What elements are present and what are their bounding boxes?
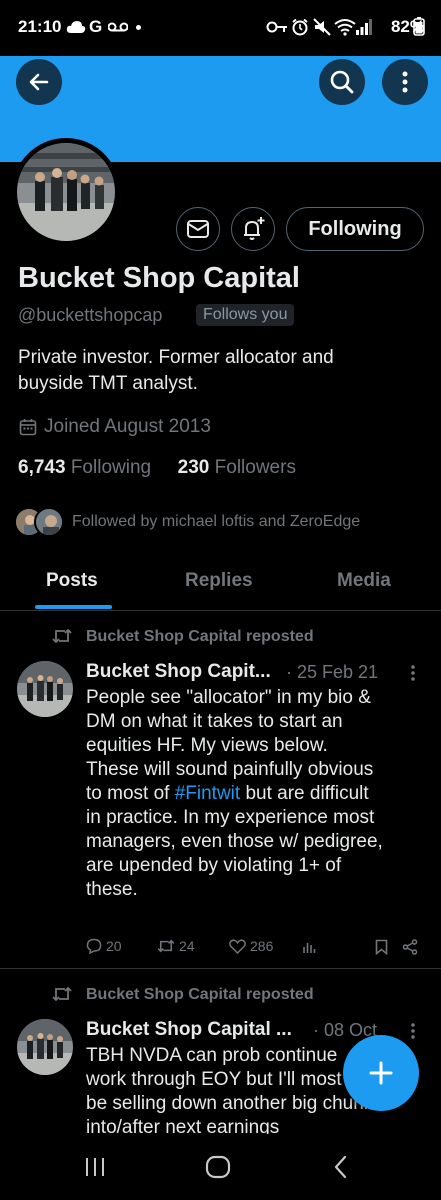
follower-avatar: [34, 507, 64, 537]
following-count: 6,743: [18, 457, 66, 478]
mute-icon: [313, 18, 331, 36]
followed-by-text[interactable]: Followed by michael loftis and ZeroEdge: [72, 513, 360, 531]
repost-icon: [52, 628, 72, 644]
tweet-text: People see "allocator" in my bio & DM on…: [86, 687, 383, 900]
home-icon[interactable]: [205, 1154, 231, 1180]
followers-count: 230: [177, 457, 210, 478]
repost-label: Bucket Shop Capital reposted: [86, 986, 314, 1003]
repost-label: Bucket Shop Capital reposted: [86, 628, 314, 645]
like-button[interactable]: 286: [229, 938, 273, 954]
back-button[interactable]: [16, 59, 62, 105]
wifi-icon: [334, 19, 356, 36]
repost-count: 24: [179, 938, 195, 954]
notification-dot-icon: [136, 25, 141, 30]
search-button[interactable]: [319, 59, 365, 105]
more-options-button[interactable]: [382, 59, 428, 105]
signal-icon: [356, 19, 372, 35]
alarm-icon: [292, 18, 308, 36]
tab-posts[interactable]: Posts: [46, 570, 98, 592]
more-vertical-icon: [402, 71, 408, 93]
more-vertical-icon[interactable]: [410, 664, 416, 682]
voicemail-icon: [108, 22, 128, 32]
avatar-photo: [17, 143, 115, 241]
notifications-button[interactable]: [231, 207, 275, 251]
message-button[interactable]: [176, 207, 220, 251]
reply-icon: [86, 938, 102, 954]
like-icon: [229, 938, 246, 954]
status-time: 21:10: [18, 17, 62, 36]
recent-apps-icon[interactable]: [84, 1156, 106, 1178]
back-nav-icon[interactable]: [333, 1155, 349, 1179]
follow-counts: 6,743 Following 230 Followers: [18, 457, 296, 479]
reply-button[interactable]: 20: [86, 938, 122, 954]
calendar-icon: [19, 419, 37, 436]
tab-media[interactable]: Media: [337, 570, 391, 592]
active-tab-indicator: [35, 605, 112, 609]
plus-icon: [369, 1061, 393, 1085]
carrier-icon: G: [89, 17, 103, 36]
more-vertical-icon[interactable]: [410, 1022, 416, 1040]
following-button[interactable]: Following: [286, 207, 424, 251]
share-icon[interactable]: [402, 939, 418, 955]
compose-post-button[interactable]: [343, 1035, 419, 1111]
followers-link[interactable]: 230 Followers: [178, 457, 296, 478]
cloud-icon: [66, 21, 86, 33]
bookmark-icon[interactable]: [375, 939, 388, 955]
profile-bio: Private investor. Former allocator and b…: [18, 347, 334, 394]
following-link[interactable]: 6,743 Following: [18, 457, 151, 478]
back-arrow-icon: [29, 73, 49, 91]
views-icon[interactable]: [302, 940, 316, 954]
tab-replies[interactable]: Replies: [185, 570, 253, 592]
like-count: 286: [250, 938, 274, 954]
repost-button[interactable]: 24: [157, 938, 195, 954]
key-icon: [266, 21, 287, 33]
reply-count: 20: [106, 938, 122, 954]
repost-icon: [52, 986, 72, 1002]
hashtag-link[interactable]: #Fintwit: [175, 783, 240, 804]
notification-bell-icon: [244, 217, 265, 240]
message-icon: [187, 220, 209, 238]
followers-label: Followers: [214, 457, 296, 478]
status-bar: 21:10 G 82%: [0, 0, 441, 56]
profile-handle: @buckettshopcap: [18, 305, 163, 325]
following-label: Following: [70, 457, 152, 478]
profile-display-name: Bucket Shop Capital: [18, 262, 300, 294]
tweet-author-avatar[interactable]: [17, 661, 73, 717]
tweet-date[interactable]: · 25 Feb 21: [286, 662, 378, 683]
join-date: Joined August 2013: [44, 416, 211, 437]
repost-icon: [157, 939, 175, 953]
follows-you-badge: Follows you: [196, 304, 295, 326]
tweet-author-name[interactable]: Bucket Shop Capit...: [86, 661, 271, 683]
search-icon: [330, 70, 354, 94]
system-navigation-bar: [0, 1134, 441, 1200]
followed-by-avatars[interactable]: [14, 505, 66, 539]
battery-icon: [413, 17, 425, 36]
profile-avatar[interactable]: [12, 138, 120, 246]
tweet-author-name[interactable]: Bucket Shop Capital ...: [86, 1019, 292, 1041]
